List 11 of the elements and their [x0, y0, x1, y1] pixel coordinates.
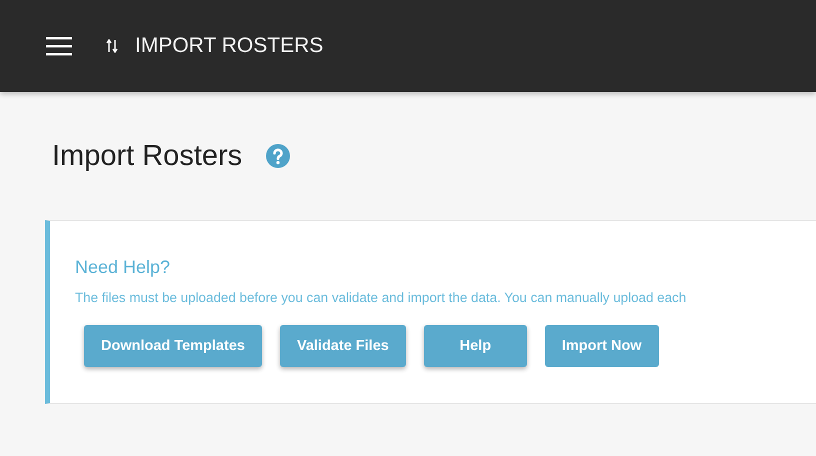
action-button[interactable]: Import Now: [544, 325, 659, 367]
menu-icon[interactable]: [46, 36, 72, 56]
page-title: Import Rosters: [52, 140, 242, 172]
help-heading: Need Help?: [75, 257, 172, 278]
help-text: The files must be uploaded before you can validate and import the data. You can manually upload each: [75, 290, 688, 305]
app-bar-title: IMPORT ROSTERS: [135, 34, 324, 58]
action-button[interactable]: Help: [424, 325, 527, 367]
swap-arrows-icon: [106, 39, 118, 53]
action-button[interactable]: Validate Files: [280, 325, 406, 367]
help-icon[interactable]: [266, 144, 290, 168]
action-button[interactable]: Download Templates: [84, 325, 262, 367]
